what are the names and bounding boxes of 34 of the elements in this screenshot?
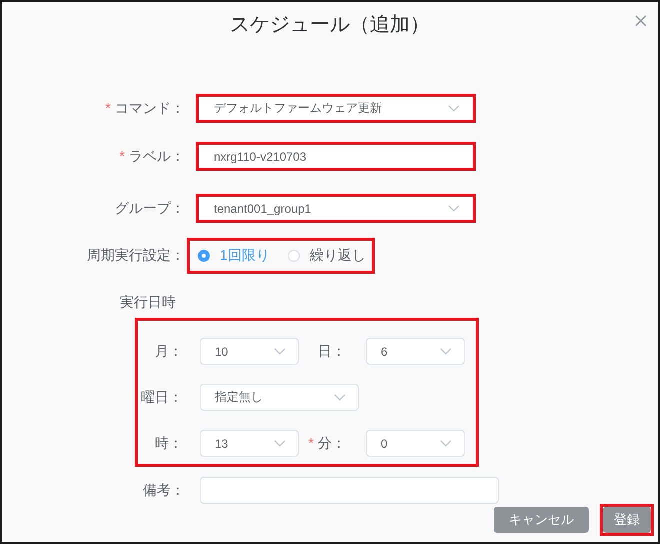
field-label: 周期実行設定： bbox=[86, 247, 185, 265]
select-field[interactable]: 10 bbox=[200, 338, 299, 365]
chevron-down-icon bbox=[448, 105, 460, 112]
select-field[interactable]: 指定無し bbox=[200, 384, 359, 411]
text-field[interactable] bbox=[200, 477, 499, 504]
select-field[interactable]: 13 bbox=[200, 430, 299, 457]
section-heading: 実行日時 bbox=[120, 294, 177, 312]
required-mark: * bbox=[308, 434, 314, 450]
select-field[interactable]: tenant001_group1 bbox=[199, 197, 473, 220]
required-mark: * bbox=[106, 100, 111, 116]
field-label: 備考： bbox=[142, 482, 185, 500]
chevron-down-icon bbox=[440, 440, 452, 447]
chevron-down-icon bbox=[440, 348, 452, 355]
dialog-title: スケジュール（追加） bbox=[230, 13, 430, 37]
field-label: 曜日： bbox=[140, 388, 183, 406]
text-field[interactable]: nxrg110-v210703 bbox=[199, 145, 473, 168]
select-field[interactable]: デフォルトファームウェア更新 bbox=[199, 97, 473, 120]
field-label: 日： bbox=[317, 342, 346, 360]
field-label: * ラベル： bbox=[118, 148, 185, 166]
chevron-down-icon bbox=[274, 348, 286, 355]
required-mark: * bbox=[120, 148, 125, 164]
field-label: * コマンド： bbox=[104, 100, 185, 118]
field-label: グループ： bbox=[114, 200, 185, 218]
field-label: 月： bbox=[154, 342, 183, 360]
action-button[interactable]: キャンセル bbox=[491, 504, 592, 536]
chevron-down-icon bbox=[448, 205, 460, 212]
radio-option[interactable]: 繰り返し bbox=[288, 247, 366, 265]
select-field[interactable]: 0 bbox=[366, 430, 465, 457]
chevron-down-icon bbox=[274, 440, 286, 447]
action-button[interactable]: 登録 bbox=[600, 504, 654, 536]
select-field[interactable]: 6 bbox=[366, 338, 465, 365]
field-label: * 分： bbox=[308, 434, 346, 452]
field-label: 時： bbox=[154, 434, 183, 452]
chevron-down-icon bbox=[334, 394, 346, 401]
